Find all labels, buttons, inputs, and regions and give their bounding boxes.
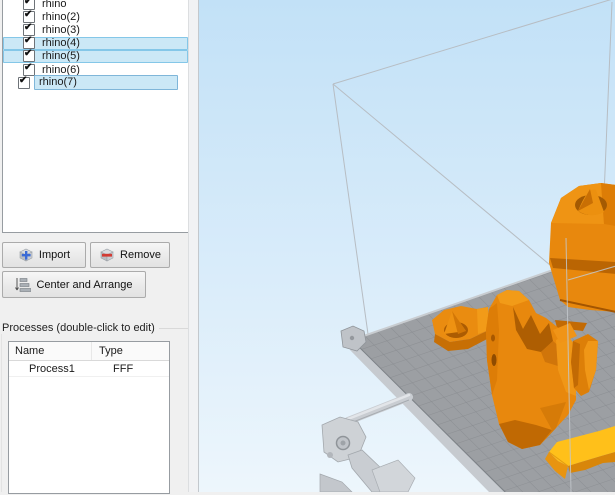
model-label: rhino(4)	[42, 37, 80, 50]
model-checkbox[interactable]: ✔	[23, 8, 35, 23]
check-icon: ✔	[19, 74, 28, 86]
left-sidebar: ✔ rhino ✔ rhino(2) ✔ rhino(3) ✔ rhino(4) ✔ rhino(…	[0, 0, 194, 494]
model-checkbox[interactable]: ✔	[23, 21, 35, 36]
process-row[interactable]: Process1 FFF	[9, 361, 169, 377]
import-box-icon	[19, 248, 33, 262]
processes-table[interactable]: Name Type Process1 FFF	[8, 341, 170, 494]
arrange-icon	[15, 277, 32, 292]
check-icon: ✔	[24, 48, 33, 60]
import-button[interactable]: Import	[2, 242, 86, 268]
center-and-arrange-button[interactable]: Center and Arrange	[2, 271, 146, 298]
column-header-name[interactable]: Name	[9, 345, 91, 357]
scene-canvas[interactable]	[199, 0, 615, 493]
model-checkbox[interactable]: ✔	[23, 35, 35, 50]
model-label: rhino(3)	[42, 23, 80, 36]
model-checkbox[interactable]: ✔	[18, 74, 30, 89]
models-list[interactable]: ✔ rhino ✔ rhino(2) ✔ rhino(3) ✔ rhino(4) ✔ rhino(…	[2, 0, 189, 233]
model-checkbox[interactable]: ✔	[23, 61, 35, 76]
model-label: rhino(7)	[34, 75, 178, 91]
model-list-item[interactable]: ✔ rhino(7)	[3, 74, 188, 91]
model-label: rhino(2)	[42, 10, 80, 23]
center-and-arrange-label: Center and Arrange	[36, 278, 133, 291]
check-icon: ✔	[24, 8, 33, 20]
simplify3d-window: { "models_panel": { "check_glyph": "✔", …	[0, 0, 615, 494]
remove-box-icon	[100, 248, 114, 262]
process-type: FFF	[113, 362, 134, 375]
check-icon: ✔	[24, 35, 33, 47]
remove-button-label: Remove	[120, 249, 161, 261]
panel-splitter[interactable]	[188, 0, 199, 492]
model-label: rhino(6)	[42, 63, 80, 76]
check-icon: ✔	[24, 21, 33, 33]
model-checkbox[interactable]: ✔	[23, 48, 35, 63]
model-list-item[interactable]: ✔ rhino(6)	[3, 61, 188, 76]
import-button-label: Import	[38, 249, 71, 261]
remove-button[interactable]: Remove	[90, 242, 170, 268]
processes-table-header: Name Type	[9, 342, 169, 361]
check-icon: ✔	[24, 61, 33, 73]
process-name: Process1	[29, 362, 75, 375]
processes-group-label: Processes (double-click to edit)	[2, 322, 159, 334]
model-label: rhino(5)	[42, 50, 80, 63]
viewport-3d[interactable]	[199, 0, 615, 493]
processes-rows: Process1 FFF	[9, 361, 169, 377]
check-icon: ✔	[24, 0, 33, 7]
column-header-type[interactable]: Type	[91, 342, 169, 360]
model-label: rhino	[42, 0, 67, 10]
processes-groupbox-border-left	[1, 334, 2, 492]
